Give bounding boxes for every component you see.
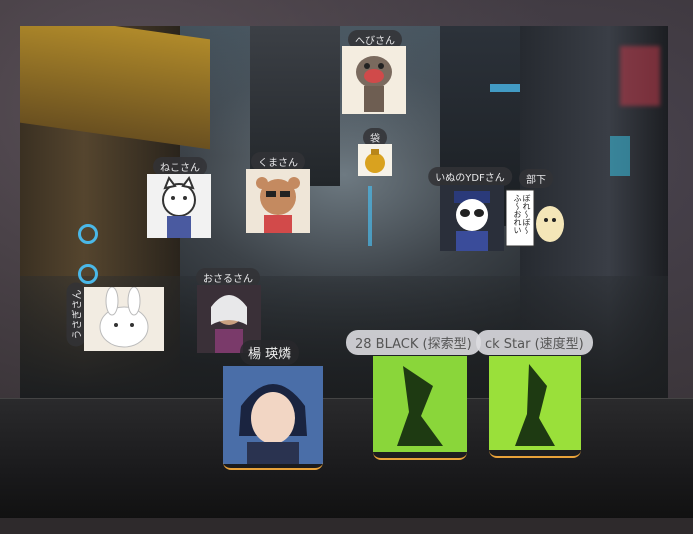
hamster-icon: ぼれ〜ぼ〜ふ〜おれい bbox=[506, 186, 566, 248]
speaker-name-tag: 楊 瑛燐 bbox=[240, 340, 300, 365]
neon-sign-blue bbox=[610, 136, 630, 176]
green-character-card-icon bbox=[489, 356, 581, 450]
neon-pole bbox=[368, 186, 372, 246]
podium bbox=[489, 450, 581, 458]
gold-bag-icon bbox=[358, 144, 392, 176]
avatar-name-tag: いぬのYDFさん bbox=[428, 167, 512, 186]
card-label: 28 BLACK (探索型) bbox=[346, 330, 481, 355]
speaker-portrait-icon bbox=[223, 366, 323, 464]
cat-icon bbox=[147, 174, 211, 238]
podium bbox=[373, 452, 467, 460]
snake-icon bbox=[342, 46, 406, 114]
rabbit-icon bbox=[84, 287, 164, 351]
stage bbox=[0, 398, 693, 519]
stage-floor bbox=[0, 518, 693, 534]
neon-ring bbox=[78, 224, 98, 244]
neon-light bbox=[490, 84, 520, 92]
podium bbox=[223, 462, 323, 470]
avatar-name-tag: うさぎさん bbox=[66, 282, 86, 347]
speech-bubble-text: ぼれ〜ぼ〜ふ〜おれい bbox=[513, 194, 531, 234]
green-character-card-icon bbox=[373, 356, 467, 452]
bear-icon bbox=[246, 169, 310, 233]
neon-ring bbox=[78, 264, 98, 284]
police-dog-icon bbox=[440, 185, 504, 251]
card-label: ck Star (速度型) bbox=[476, 330, 593, 355]
neon-sign-red bbox=[620, 46, 660, 106]
